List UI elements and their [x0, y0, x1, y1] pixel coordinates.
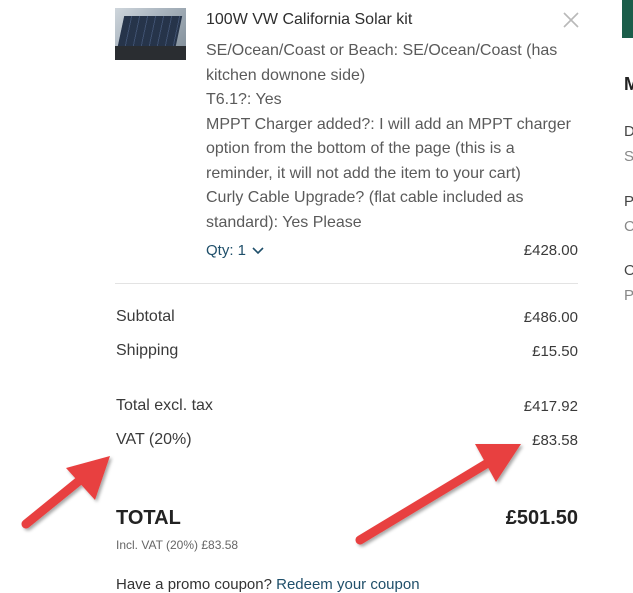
- product-options: SE/Ocean/Coast or Beach: SE/Ocean/Coast …: [206, 39, 586, 235]
- item-price: £428.00: [523, 242, 578, 259]
- checkout-button[interactable]: [622, 0, 633, 38]
- arrow-to-vat-label: [21, 456, 110, 529]
- option-line: standard): Yes Please: [206, 213, 362, 231]
- shipping-value: £15.50: [532, 343, 578, 360]
- option-line: option from the bottom of the page (this…: [206, 140, 515, 157]
- right-column-text: D: [624, 123, 633, 140]
- promo-coupon-row: Have a promo coupon? Redeem your coupon: [116, 576, 420, 593]
- vat-label: VAT (20%): [116, 431, 192, 448]
- option-line: MPPT Charger added?: I will add an MPPT …: [206, 115, 571, 133]
- subtotal-value: £486.00: [523, 309, 578, 326]
- option-line: SE/Ocean/Coast or Beach: SE/Ocean/Coast …: [206, 42, 558, 59]
- product-title[interactable]: 100W VW California Solar kit: [206, 11, 412, 29]
- arrow-to-vat-value: [355, 444, 521, 545]
- close-icon: [563, 12, 579, 28]
- option-line: reminder, it will not add the item to yo…: [206, 164, 521, 182]
- subtotal-label: Subtotal: [116, 308, 175, 325]
- quantity-selector[interactable]: Qty: 1: [206, 242, 264, 259]
- product-thumbnail: [115, 8, 186, 60]
- total-excl-tax-value: £417.92: [523, 398, 578, 415]
- quantity-label: Qty: 1: [206, 242, 247, 259]
- total-label: TOTAL: [116, 507, 181, 529]
- shipping-label: Shipping: [116, 342, 179, 359]
- total-value: £501.50: [505, 507, 578, 529]
- option-line: Curly Cable Upgrade? (flat cable include…: [206, 189, 524, 206]
- chevron-down-icon: [252, 246, 264, 254]
- redeem-coupon-link[interactable]: Redeem your coupon: [276, 576, 419, 593]
- total-excl-tax-label: Total excl. tax: [116, 397, 213, 414]
- remove-item-button[interactable]: [561, 10, 581, 30]
- promo-text: Have a promo coupon?: [116, 576, 277, 593]
- option-line: T6.1?: Yes: [206, 91, 282, 108]
- right-column-text: C: [624, 218, 633, 235]
- option-line: kitchen downone side): [206, 66, 366, 84]
- incl-vat-note: Incl. VAT (20%) £83.58: [116, 538, 239, 552]
- right-column-heading: M: [624, 74, 633, 94]
- right-column-text: O: [624, 262, 633, 279]
- right-column-text: S: [624, 148, 633, 165]
- right-column-text: P: [624, 287, 633, 304]
- right-column-text: P: [624, 193, 633, 210]
- divider: [115, 283, 578, 284]
- vat-value: £83.58: [532, 432, 578, 449]
